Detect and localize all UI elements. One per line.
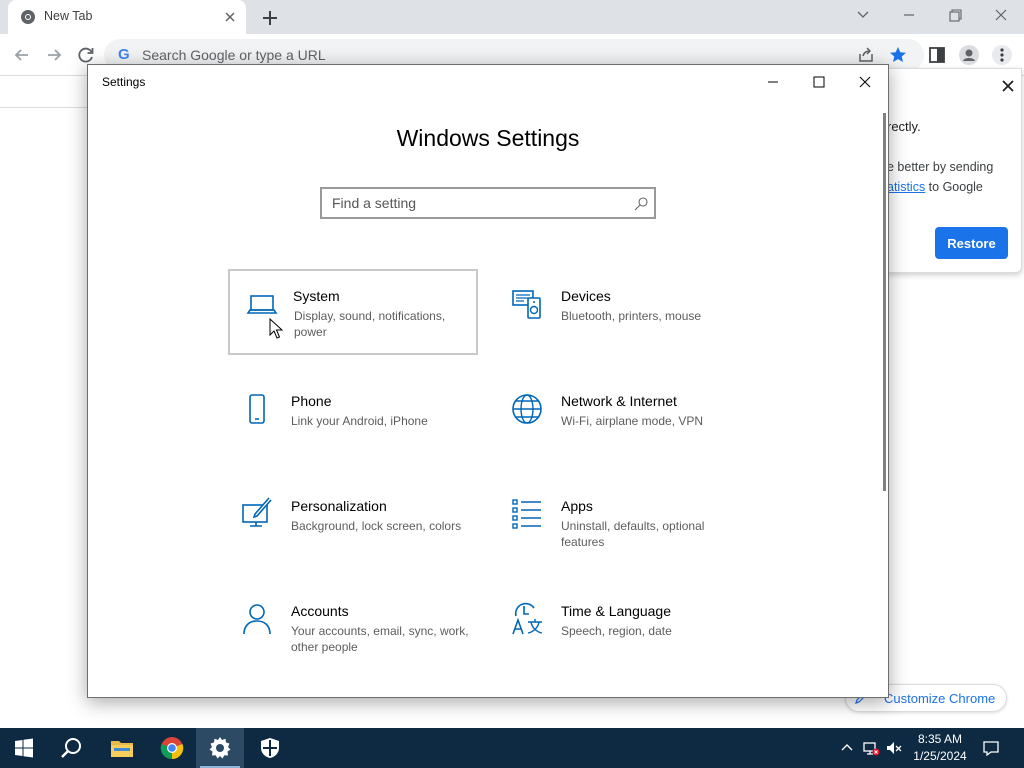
volume-muted-icon[interactable] [885, 739, 903, 757]
time-language-icon [512, 602, 543, 635]
tile-network-internet[interactable]: Network & Internet Wi-Fi, airplane mode,… [498, 376, 748, 462]
popup-text-line1: rectly. [887, 119, 921, 134]
scrollbar[interactable] [883, 113, 886, 491]
taskbar-settings[interactable] [196, 728, 244, 768]
find-setting-box[interactable] [320, 187, 656, 219]
taskbar-security[interactable] [246, 728, 294, 768]
omnibox-placeholder: Search Google or type a URL [142, 47, 326, 63]
tile-description: Your accounts, email, sync, work, other … [291, 624, 469, 654]
tile-phone[interactable]: Phone Link your Android, iPhone [228, 376, 478, 462]
personalization-icon [242, 497, 272, 527]
restore-button[interactable]: Restore [935, 227, 1008, 259]
profile-avatar-icon[interactable] [958, 44, 980, 66]
network-disconnected-icon[interactable] [862, 739, 880, 757]
restore-window-icon[interactable] [940, 4, 970, 26]
tile-devices[interactable]: Devices Bluetooth, printers, mouse [498, 271, 748, 357]
back-arrow-icon[interactable] [11, 44, 33, 66]
clock-time: 8:35 AM [917, 732, 963, 746]
tile-name: Time & Language [561, 603, 671, 619]
google-g-icon: G [118, 46, 130, 63]
tile-description: Uninstall, defaults, optional features [561, 519, 705, 549]
taskbar-file-explorer[interactable] [98, 728, 146, 768]
phone-icon [249, 394, 265, 424]
apps-icon [512, 499, 541, 529]
tile-system[interactable]: System Display, sound, notifications, po… [228, 269, 478, 355]
search-icon[interactable] [633, 196, 649, 212]
settings-window: Settings Windows Settings System Display… [87, 64, 889, 698]
settings-titlebar[interactable]: Settings [88, 65, 888, 99]
notification-center-icon[interactable] [982, 739, 1000, 757]
restore-pages-popup: rectly. e better by sending atistics to … [872, 68, 1022, 273]
new-tab-plus-icon[interactable] [259, 7, 281, 29]
divider [0, 107, 90, 108]
chrome-favicon-icon [21, 10, 35, 24]
tab-new-tab[interactable]: New Tab [8, 0, 246, 34]
statistics-link[interactable]: atistics [887, 180, 925, 194]
tile-accounts[interactable]: Accounts Your accounts, email, sync, wor… [228, 586, 478, 672]
close-icon[interactable] [854, 71, 876, 93]
chrome-logo-icon [160, 737, 184, 760]
tile-description: Wi-Fi, airplane mode, VPN [561, 414, 704, 428]
share-icon[interactable] [855, 44, 877, 66]
tile-name: System [293, 288, 340, 304]
start-button[interactable] [0, 728, 48, 768]
minimize-icon[interactable] [762, 71, 784, 93]
tile-description: Speech, region, date [561, 624, 672, 638]
system-clock[interactable]: 8:35 AM 1/25/2024 [905, 731, 975, 765]
taskbar-chrome[interactable] [148, 728, 196, 768]
tile-apps[interactable]: Apps Uninstall, defaults, optional featu… [498, 481, 748, 567]
tab-title: New Tab [44, 9, 93, 23]
devices-icon [512, 290, 541, 319]
popup-text-line2: e better by sending [887, 160, 994, 174]
minimize-icon[interactable] [894, 4, 924, 26]
chrome-tab-bar: New Tab [0, 0, 1024, 34]
search-input[interactable] [322, 189, 622, 217]
popup-text-line3: atistics to Google [887, 180, 983, 194]
laptop-icon [246, 295, 278, 314]
tile-personalization[interactable]: Personalization Background, lock screen,… [228, 481, 478, 567]
windows-logo-icon [15, 738, 33, 758]
side-panel-icon[interactable] [926, 44, 948, 66]
chrome-menu-kebab-icon[interactable] [991, 44, 1013, 66]
tile-description: Background, lock screen, colors [291, 519, 462, 533]
close-tab-icon[interactable] [222, 9, 238, 25]
gear-icon [209, 737, 231, 759]
tile-description: Bluetooth, printers, mouse [561, 309, 702, 323]
forward-arrow-icon[interactable] [43, 44, 65, 66]
tile-name: Personalization [291, 498, 387, 514]
person-icon [243, 604, 271, 635]
search-icon [61, 738, 81, 758]
tile-name: Network & Internet [561, 393, 677, 409]
customize-chrome-label: Customize Chrome [884, 691, 996, 706]
taskbar: 8:35 AM 1/25/2024 [0, 728, 1024, 768]
taskbar-search-button[interactable] [48, 728, 96, 768]
clock-date: 1/25/2024 [913, 749, 967, 763]
tile-description: Link your Android, iPhone [291, 414, 428, 428]
close-window-icon[interactable] [986, 4, 1016, 26]
popup-text-line3-rest: to Google [925, 180, 983, 194]
shield-icon [261, 738, 279, 758]
bookmark-star-icon[interactable] [887, 44, 909, 66]
window-title: Settings [102, 75, 146, 89]
folder-icon [111, 741, 133, 757]
page-title: Windows Settings [396, 125, 580, 151]
maximize-icon[interactable] [808, 71, 830, 93]
tile-name: Devices [561, 288, 611, 304]
mouse-cursor-icon [269, 318, 283, 339]
tile-time-language[interactable]: Time & Language Speech, region, date [498, 586, 748, 672]
tile-description: Display, sound, notifications, power [294, 309, 446, 339]
tile-name: Apps [561, 498, 593, 514]
close-icon[interactable] [999, 77, 1017, 95]
tile-name: Accounts [291, 603, 349, 619]
tile-name: Phone [291, 393, 332, 409]
reload-icon[interactable] [75, 44, 97, 66]
tab-search-chevron-icon[interactable] [848, 4, 878, 26]
globe-icon [512, 394, 542, 424]
chevron-up-icon[interactable] [838, 739, 856, 757]
